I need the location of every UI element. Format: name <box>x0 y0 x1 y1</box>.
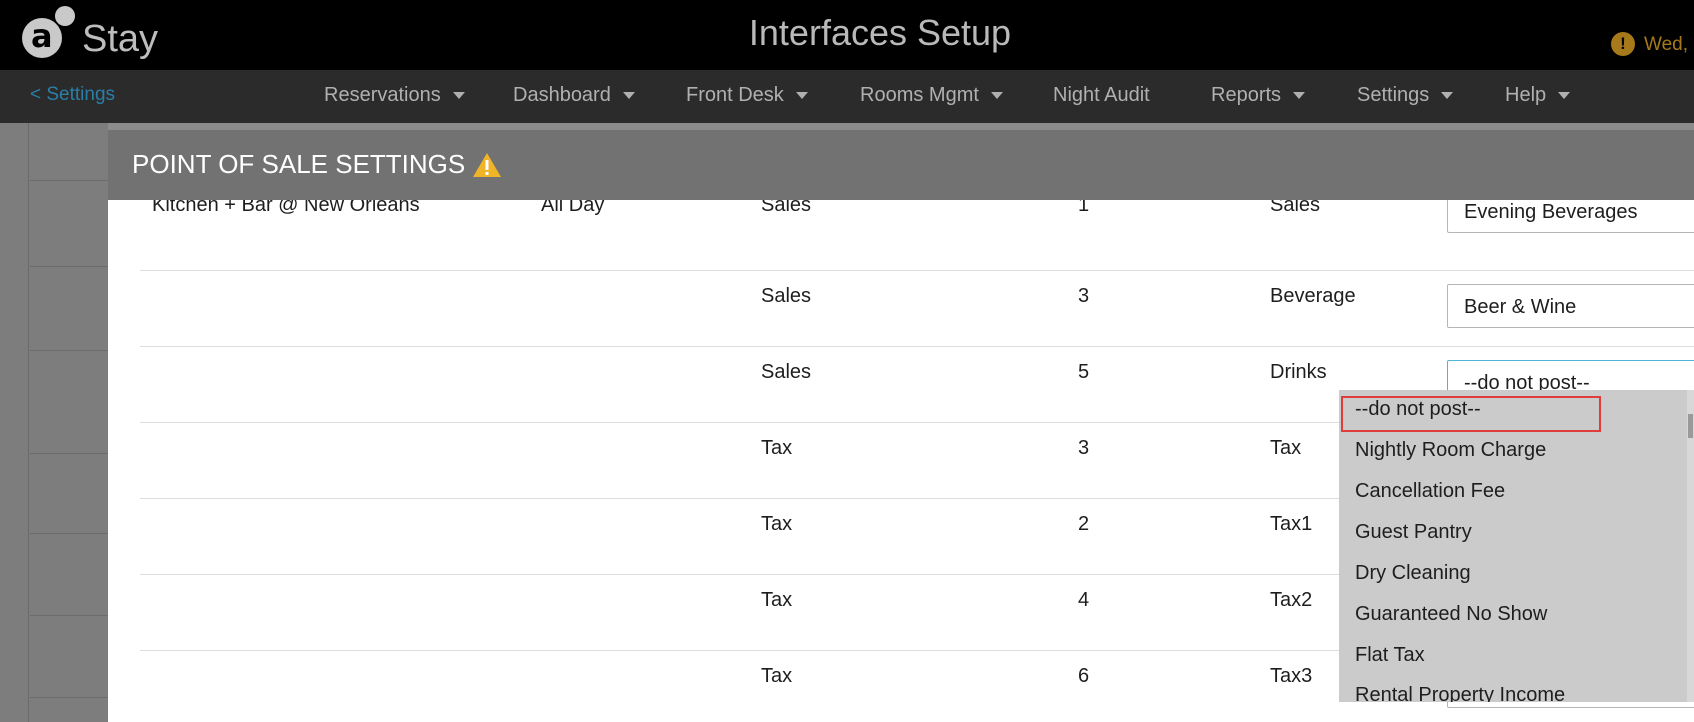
nav-item-settings[interactable]: Settings <box>1357 84 1454 107</box>
page-title: Interfaces Setup <box>748 12 1012 53</box>
posting-type: Sales <box>761 200 812 216</box>
posting-number: 5 <box>1078 361 1090 383</box>
dropdown-option[interactable]: Rental Property Income <box>1355 684 1565 702</box>
posting-number: 4 <box>1078 589 1090 611</box>
posting-type: Tax <box>761 589 793 611</box>
charge-code-dropdown-list: --do not post-- Nightly Room Charge Canc… <box>1339 390 1687 702</box>
dropdown-option[interactable]: Nightly Room Charge <box>1355 439 1546 462</box>
posting-category: Tax <box>1270 437 1302 459</box>
posting-type: Sales <box>761 361 812 383</box>
posting-category: Drinks <box>1270 361 1327 383</box>
nav-item-reports[interactable]: Reports <box>1211 84 1306 107</box>
charge-code-select-value: Beer & Wine <box>1464 296 1577 318</box>
posting-category: Beverage <box>1270 285 1356 307</box>
nav-item-rooms-mgmt[interactable]: Rooms Mgmt <box>860 84 1003 107</box>
posting-number: 3 <box>1078 437 1090 459</box>
dropdown-option[interactable]: Guest Pantry <box>1355 521 1472 544</box>
posting-number: 6 <box>1078 665 1090 687</box>
period-name: All Day <box>541 200 605 216</box>
background-page-left <box>0 123 108 722</box>
modal-header: POINT OF SALE SETTINGS <box>108 130 1694 200</box>
nav-item-dashboard[interactable]: Dashboard <box>513 84 635 107</box>
chevron-down-icon <box>452 92 465 100</box>
posting-type: Tax <box>761 665 793 687</box>
back-to-settings-link[interactable]: < Settings <box>30 84 115 106</box>
dropdown-option[interactable]: Flat Tax <box>1355 644 1425 667</box>
charge-code-select-value: Evening Beverages <box>1464 201 1638 223</box>
exclamation-circle-icon[interactable]: ! <box>1611 32 1635 56</box>
chevron-down-icon <box>795 92 808 100</box>
posting-number: 3 <box>1078 285 1090 307</box>
posting-category: Tax1 <box>1270 513 1313 535</box>
posting-category: Tax3 <box>1270 665 1313 687</box>
date-text: Wed, <box>1644 34 1689 55</box>
posting-category: Sales <box>1270 200 1321 216</box>
dropdown-option[interactable]: --do not post-- <box>1355 398 1481 421</box>
outlet-name: Kitchen + Bar @ New Orleans <box>152 200 420 216</box>
charge-code-select[interactable]: Evening Beverages <box>1447 200 1694 233</box>
chevron-down-icon <box>990 92 1003 100</box>
pos-mapping-row: Sales 3 Beverage Beer & Wine <box>140 270 1694 347</box>
nav-item-night-audit[interactable]: Night Audit <box>1053 84 1150 107</box>
dropdown-option[interactable]: Guaranteed No Show <box>1355 603 1547 626</box>
posting-number: 2 <box>1078 513 1090 535</box>
main-nav: < Settings Reservations Dashboard Front … <box>0 70 1694 123</box>
top-bar: a Stay Interfaces Setup ! Wed, <box>0 0 1694 70</box>
charge-code-select[interactable]: Beer & Wine <box>1447 284 1694 328</box>
posting-category: Tax2 <box>1270 589 1313 611</box>
chevron-down-icon <box>1293 92 1306 100</box>
posting-type: Tax <box>761 437 793 459</box>
chevron-down-icon <box>1441 92 1454 100</box>
warning-triangle-icon <box>473 153 501 177</box>
modal-title: POINT OF SALE SETTINGS <box>132 149 466 179</box>
dropdown-option[interactable]: Cancellation Fee <box>1355 480 1505 503</box>
pos-mapping-row: Kitchen + Bar @ New Orleans All Day Sale… <box>140 200 1694 271</box>
dropdown-option[interactable]: Dry Cleaning <box>1355 562 1471 585</box>
nav-item-front-desk[interactable]: Front Desk <box>686 84 808 107</box>
chevron-down-icon <box>622 92 635 100</box>
posting-number: 1 <box>1078 200 1090 216</box>
nav-item-reservations[interactable]: Reservations <box>324 84 465 107</box>
posting-type: Sales <box>761 285 812 307</box>
background-page-strip <box>108 123 1694 130</box>
posting-type: Tax <box>761 513 793 535</box>
chevron-down-icon <box>1558 92 1571 100</box>
nav-item-help[interactable]: Help <box>1505 84 1571 107</box>
dropdown-scrollbar-thumb[interactable] <box>1688 414 1693 438</box>
